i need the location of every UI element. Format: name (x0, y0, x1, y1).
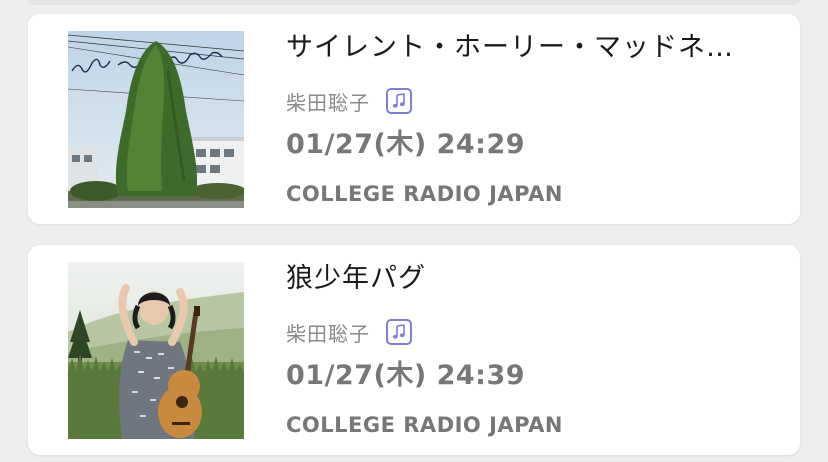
playlist-item[interactable]: 狼少年パグ 柴田聡子 01/27(木) 24:39 COLLEGE RADIO … (28, 245, 800, 455)
track-title[interactable]: 狼少年パグ (286, 261, 776, 297)
artist-name[interactable]: 柴田聡子 (286, 87, 370, 116)
station-name: COLLEGE RADIO JAPAN (286, 182, 563, 206)
artist-row: 柴田聡子 (286, 316, 412, 348)
music-note-icon[interactable] (386, 319, 412, 345)
track-info: 狼少年パグ 柴田聡子 01/27(木) 24:39 COLLEGE RADIO … (286, 245, 776, 455)
artist-name[interactable]: 柴田聡子 (286, 318, 370, 347)
playlist-feed: サイレント・ホーリー・マッドネ… 柴田聡子 01/27(木) 24:29 COL… (0, 0, 828, 462)
air-time: 01/27(木) 24:39 (286, 360, 526, 391)
track-title[interactable]: サイレント・ホーリー・マッドネ… (286, 30, 776, 66)
album-artwork (68, 262, 244, 439)
previous-card-edge (28, 0, 800, 5)
track-info: サイレント・ホーリー・マッドネ… 柴田聡子 01/27(木) 24:29 COL… (286, 14, 776, 224)
station-name: COLLEGE RADIO JAPAN (286, 413, 563, 437)
artist-row: 柴田聡子 (286, 85, 412, 117)
playlist-item[interactable]: サイレント・ホーリー・マッドネ… 柴田聡子 01/27(木) 24:29 COL… (28, 14, 800, 224)
album-artwork (68, 31, 244, 208)
air-time: 01/27(木) 24:29 (286, 129, 526, 160)
music-note-icon[interactable] (386, 88, 412, 114)
